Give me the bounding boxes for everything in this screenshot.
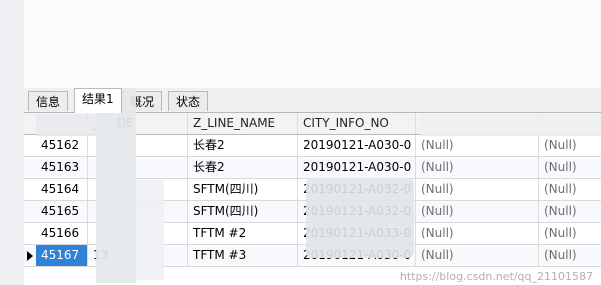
row-indicator bbox=[24, 179, 36, 200]
blank-area bbox=[0, 0, 601, 88]
cell-id[interactable]: 45164 bbox=[36, 179, 88, 200]
cell-city-info[interactable]: 20190121-A032-0 bbox=[298, 179, 416, 200]
tab-status[interactable]: 状态 bbox=[168, 91, 209, 111]
cell-city-info[interactable]: 20190121-A032-0 bbox=[298, 201, 416, 222]
cell-line-name[interactable]: TFTM #3 bbox=[188, 245, 298, 266]
cell-null[interactable]: (Null) bbox=[416, 201, 539, 222]
cell-city-info[interactable]: 20190121-A030-0 bbox=[298, 157, 416, 178]
cell-null[interactable]: (Null) bbox=[539, 179, 601, 200]
table-row[interactable]: 45163 长春2 20190121-A030-0 (Null) (Null) bbox=[24, 157, 601, 179]
table-row[interactable]: 45165 SFTM(四川) 20190121-A032-0 (Null) (N… bbox=[24, 201, 601, 223]
cell-city-info[interactable]: 20190121-A030-0 bbox=[298, 245, 416, 266]
result-tabs: 信息 结果1 概况 状态 bbox=[24, 88, 601, 113]
cell-null[interactable]: (Null) bbox=[539, 245, 601, 266]
column-header-6[interactable] bbox=[539, 113, 601, 134]
cell-null[interactable]: (Null) bbox=[416, 245, 539, 266]
cell-null[interactable]: (Null) bbox=[539, 157, 601, 178]
cell-id[interactable]: 45166 bbox=[36, 223, 88, 244]
cell-null[interactable]: (Null) bbox=[416, 179, 539, 200]
cell-code[interactable] bbox=[88, 179, 188, 200]
tab-info[interactable]: 信息 bbox=[28, 91, 69, 111]
column-header-code[interactable]: _CODE bbox=[88, 113, 188, 134]
cell-line-name[interactable]: TFTM #2 bbox=[188, 223, 298, 244]
cell-code[interactable] bbox=[88, 201, 188, 222]
column-header-line-name[interactable]: Z_LINE_NAME bbox=[188, 113, 298, 134]
row-indicator-header bbox=[24, 113, 36, 134]
tab-result1[interactable]: 结果1 bbox=[74, 88, 122, 113]
cell-code[interactable] bbox=[88, 157, 188, 178]
cell-city-info[interactable]: 20190121-A033-0 bbox=[298, 223, 416, 244]
grid-header: _CODE Z_LINE_NAME CITY_INFO_NO bbox=[24, 113, 601, 135]
cell-null[interactable]: (Null) bbox=[539, 201, 601, 222]
cell-id[interactable]: 45163 bbox=[36, 157, 88, 178]
cell-code[interactable]: 13 bbox=[88, 245, 188, 266]
cell-code[interactable] bbox=[88, 135, 188, 156]
cell-line-name[interactable]: 长春2 bbox=[188, 135, 298, 156]
cell-id[interactable]: 45162 bbox=[36, 135, 88, 156]
cell-null[interactable]: (Null) bbox=[539, 135, 601, 156]
watermark: https://blog.csdn.net/qq_21101587 bbox=[399, 270, 593, 283]
table-row[interactable]: 45166 TFTM #2 20190121-A033-0 (Null) (Nu… bbox=[24, 223, 601, 245]
table-row[interactable]: 45164 SFTM(四川) 20190121-A032-0 (Null) (N… bbox=[24, 179, 601, 201]
tab-overview[interactable]: 概况 bbox=[122, 91, 163, 111]
cell-id-selected[interactable]: 45167 bbox=[36, 245, 88, 266]
cell-null[interactable]: (Null) bbox=[539, 223, 601, 244]
row-indicator bbox=[24, 223, 36, 244]
cell-line-name[interactable]: SFTM(四川) bbox=[188, 179, 298, 200]
table-row-current[interactable]: 45167 13 TFTM #3 20190121-A030-0 (Null) … bbox=[24, 245, 601, 267]
table-row[interactable]: 45162 长春2 20190121-A030-0 (Null) (Null) bbox=[24, 135, 601, 157]
column-header-city-info[interactable]: CITY_INFO_NO bbox=[298, 113, 416, 134]
cell-line-name[interactable]: SFTM(四川) bbox=[188, 201, 298, 222]
column-header-id[interactable] bbox=[36, 113, 88, 134]
current-row-indicator bbox=[24, 245, 36, 266]
row-indicator bbox=[24, 135, 36, 156]
cell-line-name[interactable]: 长春2 bbox=[188, 157, 298, 178]
row-indicator bbox=[24, 201, 36, 222]
cell-null[interactable]: (Null) bbox=[416, 223, 539, 244]
cell-null[interactable]: (Null) bbox=[416, 157, 539, 178]
cell-null[interactable]: (Null) bbox=[416, 135, 539, 156]
column-header-5[interactable] bbox=[416, 113, 539, 134]
cell-code[interactable] bbox=[88, 223, 188, 244]
triangle-right-icon bbox=[27, 251, 33, 261]
left-panel-edge bbox=[0, 0, 24, 285]
cell-id[interactable]: 45165 bbox=[36, 201, 88, 222]
result-grid[interactable]: _CODE Z_LINE_NAME CITY_INFO_NO 45162 长春2… bbox=[24, 113, 601, 285]
row-indicator bbox=[24, 157, 36, 178]
cell-city-info[interactable]: 20190121-A030-0 bbox=[298, 135, 416, 156]
